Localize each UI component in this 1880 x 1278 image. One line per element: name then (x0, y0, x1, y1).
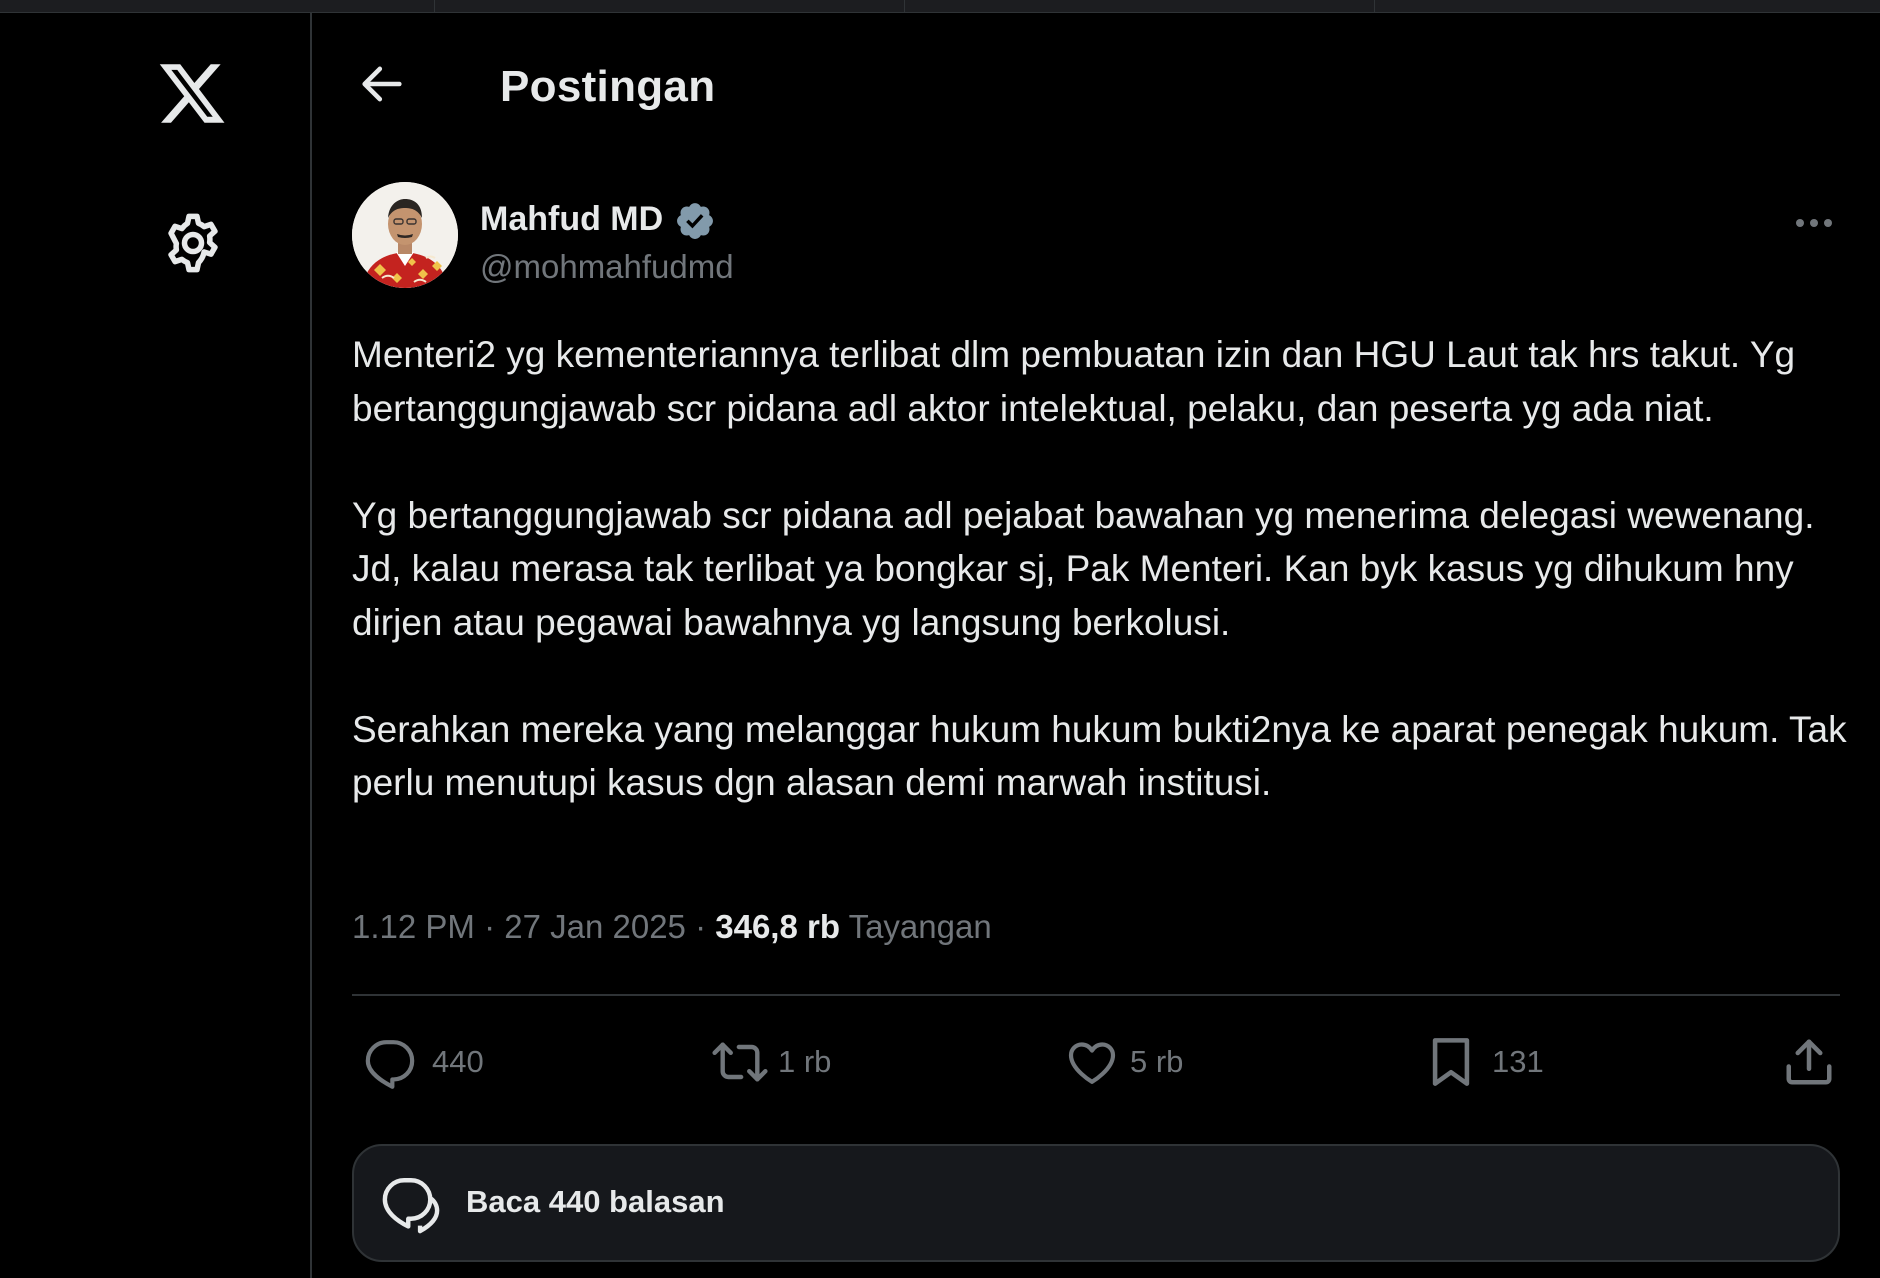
meta-separator: · (685, 908, 716, 945)
avatar[interactable] (352, 182, 458, 288)
repost-count: 1 rb (778, 1044, 832, 1079)
page-title: Postingan (500, 62, 716, 111)
tweet-paragraph: Yg bertanggungjawab scr pidana adl pejab… (352, 494, 1815, 643)
action-bar: 440 1 rb 5 rb 131 (352, 1022, 1840, 1102)
tweet-text: Menteri2 yg kementeriannya terlibat dlm … (352, 328, 1852, 810)
read-replies-button[interactable]: Baca 440 balasan (352, 1144, 1840, 1262)
bookmark-button[interactable]: 131 (1426, 1022, 1544, 1102)
post-header: Postingan (312, 12, 1880, 152)
divider (352, 994, 1840, 996)
tab-strip-segment (434, 0, 905, 12)
tab-strip-segment (1374, 0, 1880, 12)
post-detail-column: Postingan Mahfud MD @mohmahfudmd Menteri… (312, 12, 1880, 1278)
tweet-date[interactable]: 27 Jan 2025 (504, 908, 686, 945)
gear-icon[interactable] (160, 210, 226, 276)
chat-bubbles-icon (378, 1172, 444, 1238)
more-horizontal-icon[interactable] (1790, 208, 1838, 238)
verified-badge-icon (674, 200, 716, 242)
reply-button[interactable]: 440 (362, 1022, 484, 1102)
views-label: Tayangan (848, 908, 992, 945)
tweet-meta: 1.12 PM · 27 Jan 2025 · 346,8 rb Tayanga… (352, 908, 992, 946)
reply-bubble-icon (362, 1034, 418, 1090)
tweet-paragraph: Serahkan mereka yang melanggar hukum huk… (352, 708, 1847, 804)
heart-icon (1064, 1034, 1120, 1090)
reply-count: 440 (432, 1044, 484, 1079)
x-logo-icon[interactable] (156, 64, 228, 132)
left-sidebar (0, 12, 312, 1278)
views-count: 346,8 rb (715, 908, 840, 945)
author-name[interactable]: Mahfud MD (480, 200, 663, 239)
like-count: 5 rb (1130, 1044, 1184, 1079)
read-replies-label: Baca 440 balasan (466, 1184, 725, 1219)
meta-separator: · (474, 908, 505, 945)
tab-strip-segment (904, 0, 1375, 12)
bookmark-count: 131 (1492, 1044, 1544, 1079)
author-handle[interactable]: @mohmahfudmd (480, 248, 734, 286)
tweet-paragraph: Menteri2 yg kementeriannya terlibat dlm … (352, 334, 1796, 429)
share-button[interactable] (1782, 1022, 1836, 1102)
repost-button[interactable]: 1 rb (710, 1022, 831, 1102)
arrow-left-icon[interactable] (356, 58, 408, 110)
bookmark-icon (1426, 1034, 1476, 1090)
repost-icon (710, 1034, 770, 1090)
share-upload-icon (1782, 1034, 1836, 1090)
tweet-time[interactable]: 1.12 PM (352, 908, 475, 945)
like-button[interactable]: 5 rb (1064, 1022, 1183, 1102)
